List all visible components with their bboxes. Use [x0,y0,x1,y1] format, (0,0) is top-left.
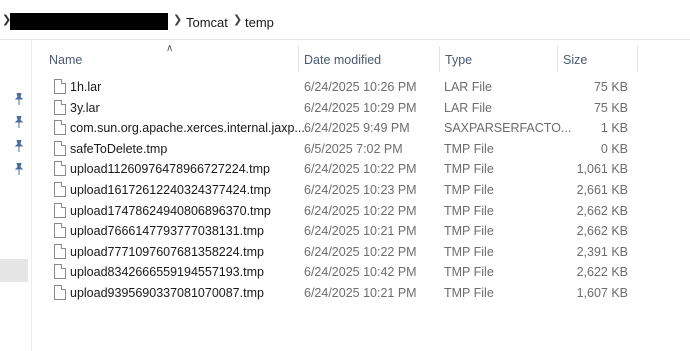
file-row[interactable]: upload7771097607681358224.tmp 6/24/2025 1… [46,242,646,263]
file-type: TMP File [444,286,494,300]
redacted-path-segment [10,13,168,30]
file-size: 2,662 KB [576,203,628,218]
column-header-type[interactable]: Type [445,53,472,67]
file-size: 1,607 KB [576,286,628,300]
column-divider[interactable] [637,46,638,72]
pin-icon[interactable] [14,116,24,128]
file-type: LAR File [444,100,492,115]
file-type: TMP File [444,224,494,239]
file-type: SAXPARSERFACTO... [444,121,572,136]
file-icon [54,161,66,177]
file-icon [54,264,66,280]
file-name: 3y.lar [70,100,100,115]
file-icon [54,79,66,94]
file-date-modified: 6/24/2025 10:23 PM [304,183,417,197]
file-type: TMP File [444,183,494,197]
file-size: 2,391 KB [576,244,628,259]
file-icon [54,120,66,136]
file-icon [54,202,66,218]
file-icon [54,243,66,259]
file-size: 2,661 KB [576,183,628,197]
file-name: com.sun.org.apache.xerces.internal.jaxp.… [70,121,309,136]
file-icon [54,140,66,156]
file-size: 75 KB [593,80,628,94]
pin-icon[interactable] [14,140,24,152]
file-name: safeToDelete.tmp [70,141,168,156]
file-type: TMP File [444,162,494,177]
sort-ascending-icon: ∧ [166,43,174,54]
file-type: TMP File [444,265,494,280]
file-type: TMP File [444,244,494,259]
breadcrumb-item-tomcat[interactable]: Tomcat [186,15,228,30]
file-row[interactable]: 1h.lar 6/24/2025 10:26 PM LAR File 75 KB [46,77,646,98]
file-size: 2,622 KB [576,265,628,280]
file-size: 75 KB [593,100,628,115]
file-size: 1,061 KB [576,162,628,177]
file-name: upload7771097607681358224.tmp [70,244,264,259]
file-type: TMP File [444,203,494,218]
file-name: upload9395690337081070087.tmp [70,286,264,300]
file-date-modified: 6/5/2025 7:02 PM [304,141,403,156]
column-divider[interactable] [298,46,299,72]
file-date-modified: 6/24/2025 9:49 PM [304,121,410,136]
file-name: upload1126097647896672722​4.tmp [70,162,270,177]
file-date-modified: 6/24/2025 10:26 PM [304,80,417,94]
column-header-date-modified[interactable]: Date modified [304,53,381,67]
pin-icon[interactable] [14,93,24,105]
breadcrumb-item-temp[interactable]: temp [245,15,274,30]
file-icon [54,223,66,239]
navigation-pane [0,40,32,351]
file-date-modified: 6/24/2025 10:22 PM [304,162,417,177]
file-date-modified: 6/24/2025 10:21 PM [304,286,417,300]
file-row[interactable]: safeToDelete.tmp 6/5/2025 7:02 PM TMP File… [46,139,646,160]
file-row[interactable]: upload9395690337081070087.tmp 6/24/2025 1… [46,283,646,304]
file-date-modified: 6/24/2025 10:42 PM [304,265,417,280]
file-name: upload8342666559194557193.tmp [70,265,264,280]
file-row[interactable]: upload17478624940806896370.tmp 6/24/2025 … [46,201,646,222]
column-header-size[interactable]: Size [563,53,587,67]
chevron-right-icon[interactable]: ❯ [233,13,242,26]
file-row[interactable]: com.sun.org.apache.xerces.internal.jaxp.… [46,118,646,139]
file-date-modified: 6/24/2025 10:29 PM [304,100,417,115]
file-row[interactable]: upload16172612240324377424.tmp 6/24/2025 … [46,180,646,201]
column-divider[interactable] [557,46,558,72]
file-name: upload7666147793777038131.tmp [70,224,264,239]
file-name: upload17478624940806896370.tmp [70,203,271,218]
pin-icon[interactable] [14,163,24,175]
chevron-right-icon[interactable]: ❯ [173,13,182,26]
file-name: 1h.lar [70,80,102,94]
file-size: 2,662 KB [576,224,628,239]
file-type: TMP File [444,141,494,156]
column-divider[interactable] [439,46,440,72]
file-date-modified: 6/24/2025 10:22 PM [304,244,417,259]
file-type: LAR File [444,80,492,94]
file-size: 1 KB [600,121,628,136]
file-row[interactable]: 3y.lar 6/24/2025 10:29 PM LAR File 75 KB [46,98,646,119]
file-icon [54,285,66,300]
file-icon [54,182,66,197]
column-header-name[interactable]: Name [49,53,82,67]
address-bar[interactable]: ❯ ❯ Tomcat ❯ temp [0,0,690,40]
nav-selected-item[interactable] [0,259,28,282]
file-row[interactable]: upload8342666559194557193.tmp 6/24/2025 1… [46,262,646,283]
file-size: 0 KB [600,141,628,156]
file-icon [54,99,66,115]
file-row[interactable]: upload1126097647896672722​4.tmp 6/24/2025… [46,159,646,180]
file-name: upload16172612240324377424.tmp [70,183,271,197]
file-row[interactable]: upload7666147793777038131.tmp 6/24/2025 1… [46,221,646,242]
file-date-modified: 6/24/2025 10:21 PM [304,224,417,239]
file-date-modified: 6/24/2025 10:22 PM [304,203,417,218]
